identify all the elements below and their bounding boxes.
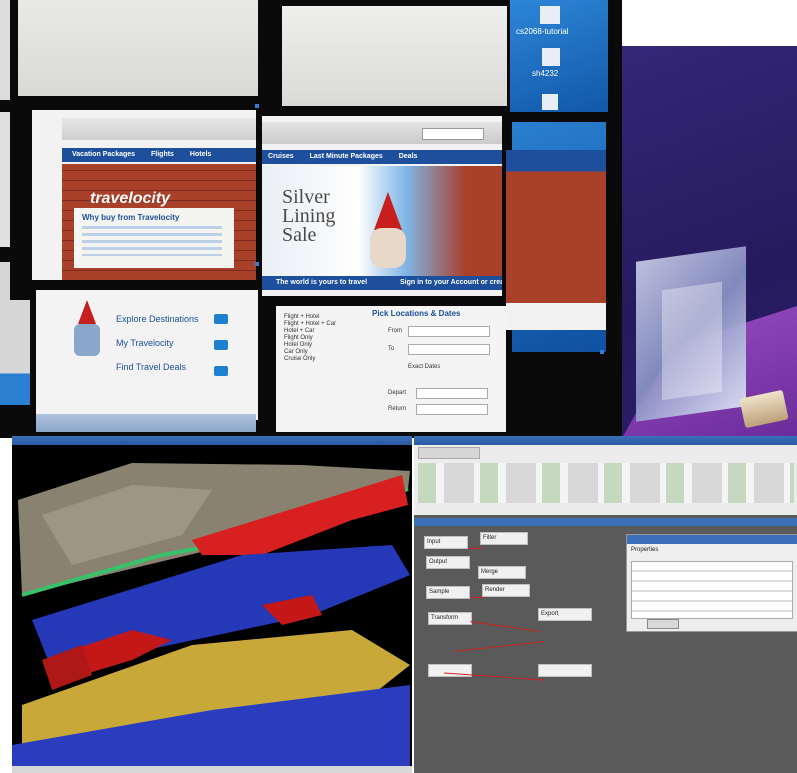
side-link[interactable]: My Travelocity bbox=[116, 338, 174, 348]
video-wall-photo: cs2068-tutorial sh4232 Vacation Packages… bbox=[0, 0, 622, 438]
graph-node[interactable]: Render bbox=[482, 584, 530, 597]
desktop-icon-label: sh4232 bbox=[532, 69, 559, 78]
toolbar-tab[interactable] bbox=[418, 447, 480, 459]
to-label: To bbox=[388, 346, 395, 352]
node-link bbox=[454, 641, 544, 652]
terrain-viewer bbox=[12, 436, 412, 773]
go-button[interactable] bbox=[214, 314, 228, 324]
graph-node[interactable]: Input bbox=[424, 536, 468, 549]
taskbar bbox=[36, 414, 256, 432]
banner-headline: Silver Lining Sale bbox=[282, 186, 336, 246]
node-link bbox=[470, 597, 484, 598]
toolbar-panel bbox=[414, 445, 797, 515]
glass-cube-shadow bbox=[662, 281, 722, 401]
promo-box: Why buy from Travelocity bbox=[74, 208, 234, 268]
side-link[interactable]: Find Travel Deals bbox=[116, 362, 186, 372]
nav-links: Vacation Packages Flights Hotels bbox=[72, 151, 225, 159]
node-link bbox=[468, 548, 482, 549]
nav-item[interactable]: Flights bbox=[151, 151, 174, 158]
nav-item[interactable]: Hotels bbox=[190, 151, 211, 158]
go-button[interactable] bbox=[214, 340, 228, 350]
editor-header bbox=[414, 518, 797, 526]
form-heading: Pick Locations & Dates bbox=[372, 309, 461, 318]
browser-toolbar bbox=[62, 118, 256, 140]
form-tile: Pick Locations & Dates Flight + Hotel Fl… bbox=[276, 306, 506, 432]
wall-tile bbox=[0, 112, 10, 247]
graph-node[interactable]: Sample bbox=[426, 586, 470, 599]
properties-fields bbox=[631, 561, 793, 619]
properties-panel: Properties bbox=[626, 534, 797, 632]
toolbar-icons bbox=[418, 463, 794, 503]
to-input[interactable] bbox=[408, 344, 490, 355]
desktop-icon-label: cs2068-tutorial bbox=[516, 27, 569, 36]
status-strip bbox=[12, 766, 412, 773]
go-button[interactable] bbox=[214, 366, 228, 376]
desktop-tile: cs2068-tutorial sh4232 bbox=[510, 0, 608, 112]
browser-tile: Vacation Packages Flights Hotels travelo… bbox=[32, 110, 256, 280]
window-titlebar bbox=[12, 436, 412, 445]
gnome-body bbox=[74, 324, 100, 356]
nav-item[interactable]: Deals bbox=[399, 153, 418, 160]
from-input[interactable] bbox=[408, 326, 490, 337]
depart-label: Depart bbox=[388, 390, 407, 396]
node-link bbox=[470, 621, 540, 632]
return-label: Return bbox=[388, 406, 407, 412]
purple-abstract bbox=[622, 46, 797, 438]
properties-titlebar bbox=[627, 535, 797, 544]
file-icon bbox=[542, 48, 560, 66]
gnome-icon bbox=[78, 300, 96, 324]
wall-tile bbox=[0, 0, 10, 100]
links-tile: Explore Destinations My Travelocity Find… bbox=[36, 290, 258, 420]
graph-node[interactable]: Transform bbox=[428, 612, 472, 625]
side-link[interactable]: Explore Destinations bbox=[116, 314, 199, 324]
nav-links: Cruises Last Minute Packages Deals bbox=[268, 153, 431, 161]
nav-item[interactable]: Vacation Packages bbox=[72, 151, 135, 158]
depart-input[interactable] bbox=[416, 388, 488, 399]
graph-node[interactable]: Export bbox=[538, 608, 592, 621]
nav-item[interactable]: Last Minute Packages bbox=[310, 153, 383, 160]
bezel-light bbox=[255, 104, 259, 108]
bezel-light bbox=[600, 350, 604, 354]
sign-in-link[interactable]: Sign in to your Account or create bbox=[400, 279, 502, 287]
desktop-tile bbox=[0, 300, 30, 405]
gnome-face bbox=[370, 228, 406, 268]
node-editor: Input Filter Output Merge Sample Render … bbox=[414, 436, 797, 773]
properties-tab[interactable]: Properties bbox=[631, 547, 658, 554]
ok-button[interactable] bbox=[647, 619, 679, 629]
exact-dates-option[interactable]: Exact Dates bbox=[408, 364, 440, 371]
gnome-figure bbox=[374, 192, 402, 230]
promo-text bbox=[82, 226, 222, 256]
banner-tile-right bbox=[506, 150, 606, 330]
banner-tile: Cruises Last Minute Packages Deals Silve… bbox=[262, 116, 502, 296]
graph-node[interactable]: Merge bbox=[478, 566, 526, 579]
nav-item[interactable]: Cruises bbox=[268, 153, 294, 160]
return-input[interactable] bbox=[416, 404, 488, 415]
graph-node[interactable] bbox=[538, 664, 592, 677]
wall-tile bbox=[18, 0, 258, 96]
travelocity-logo[interactable]: travelocity bbox=[90, 190, 170, 208]
promo-heading: Why buy from Travelocity bbox=[82, 213, 180, 222]
wall-tile bbox=[282, 6, 507, 106]
file-icon bbox=[542, 94, 558, 110]
graph-node[interactable]: Output bbox=[426, 556, 470, 569]
graph-node[interactable]: Filter bbox=[480, 532, 528, 545]
terrain-layers bbox=[12, 463, 410, 773]
from-label: From bbox=[388, 328, 402, 334]
search-box[interactable] bbox=[422, 128, 484, 140]
banner-tagline: The world is yours to travel bbox=[276, 279, 368, 286]
bezel-light bbox=[255, 262, 259, 266]
option-list: Flight + Hotel Flight + Hotel + Car Hote… bbox=[284, 314, 337, 362]
file-icon bbox=[540, 6, 560, 24]
window-titlebar bbox=[414, 436, 797, 445]
